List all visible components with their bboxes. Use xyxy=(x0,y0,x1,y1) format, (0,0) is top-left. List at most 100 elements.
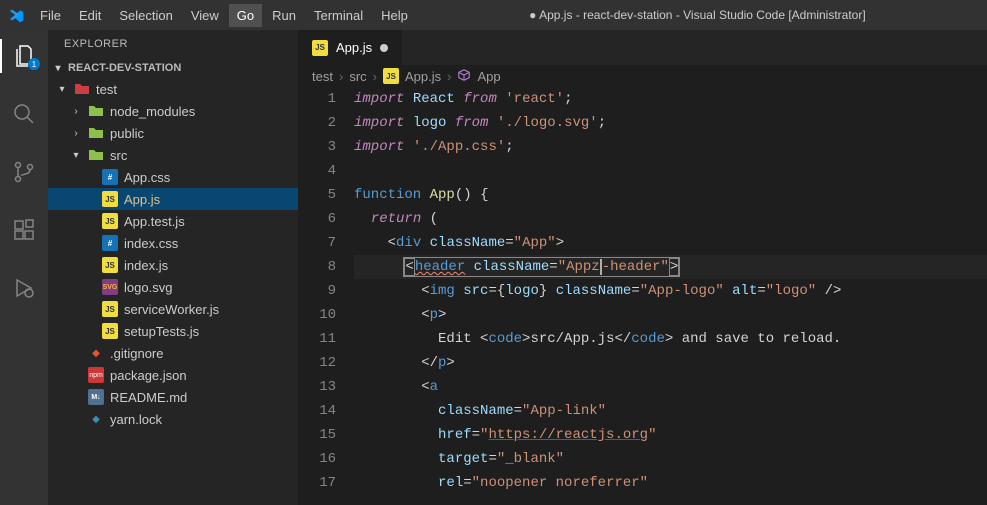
menu-terminal[interactable]: Terminal xyxy=(306,4,371,27)
code-line[interactable]: className="App-link" xyxy=(354,399,987,423)
run-debug-activity[interactable] xyxy=(0,268,48,308)
line-number: 12 xyxy=(298,351,336,375)
code-line[interactable]: import React from 'react'; xyxy=(354,87,987,111)
dirty-indicator-icon xyxy=(380,44,388,52)
breadcrumb-item[interactable]: App xyxy=(477,69,500,84)
svg-file-icon: SVG xyxy=(102,279,118,295)
explorer-sidebar: EXPLORER ▾ REACT-DEV-STATION ▾test › node_… xyxy=(48,30,298,505)
code-line[interactable]: <img src={logo} className="App-logo" alt… xyxy=(354,279,987,303)
code-line[interactable]: function App() { xyxy=(354,183,987,207)
line-number: 7 xyxy=(298,231,336,255)
tree-item[interactable]: JSserviceWorker.js xyxy=(48,298,298,320)
chevron-right-icon: › xyxy=(447,69,451,84)
code-line[interactable]: rel="noopener noreferrer" xyxy=(354,471,987,495)
code-line[interactable]: import './App.css'; xyxy=(354,135,987,159)
menu-view[interactable]: View xyxy=(183,4,227,27)
chevron-down-icon: ▾ xyxy=(52,63,64,74)
tree-item[interactable]: #index.css xyxy=(48,232,298,254)
extensions-activity[interactable] xyxy=(0,210,48,250)
folder-icon xyxy=(74,81,90,97)
file-tree: ▾test › node_modules ›public ▾ src # App.css JSA… xyxy=(48,78,298,505)
tree-item[interactable]: ▾test xyxy=(48,78,298,100)
search-icon xyxy=(12,102,36,126)
chevron-right-icon: › xyxy=(70,106,82,117)
tree-item-label: serviceWorker.js xyxy=(124,302,219,317)
line-number: 3 xyxy=(298,135,336,159)
tree-item[interactable]: ◆.gitignore xyxy=(48,342,298,364)
explorer-badge: 1 xyxy=(28,58,40,70)
code-line[interactable] xyxy=(354,159,987,183)
line-number: 17 xyxy=(298,471,336,495)
source-control-activity[interactable] xyxy=(0,152,48,192)
search-activity[interactable] xyxy=(0,94,48,134)
line-number: 8 xyxy=(298,255,336,279)
explorer-activity[interactable]: 1 xyxy=(0,36,48,76)
breadcrumbs[interactable]: test›src›JSApp.js›App xyxy=(298,65,987,87)
breadcrumb-item[interactable]: App.js xyxy=(405,69,441,84)
menu-help[interactable]: Help xyxy=(373,4,416,27)
line-number: 16 xyxy=(298,447,336,471)
tree-item[interactable]: ›public xyxy=(48,122,298,144)
css-file-icon: # xyxy=(102,169,118,185)
tree-item[interactable]: JSindex.js xyxy=(48,254,298,276)
code-line[interactable]: target="_blank" xyxy=(354,447,987,471)
tree-item[interactable]: ▾ src xyxy=(48,144,298,166)
line-number: 4 xyxy=(298,159,336,183)
tree-item[interactable]: › node_modules xyxy=(48,100,298,122)
code-line[interactable]: return ( xyxy=(354,207,987,231)
menu-go[interactable]: Go xyxy=(229,4,262,27)
line-number: 14 xyxy=(298,399,336,423)
tree-item[interactable]: # App.css xyxy=(48,166,298,188)
tree-item-label: README.md xyxy=(110,390,187,405)
project-name: REACT-DEV-STATION xyxy=(68,62,181,74)
js-file-icon: JS xyxy=(383,68,399,84)
tree-item-label: src xyxy=(110,148,127,163)
menu-edit[interactable]: Edit xyxy=(71,4,109,27)
js-file-icon: JS xyxy=(102,323,118,339)
project-title-row[interactable]: ▾ REACT-DEV-STATION xyxy=(48,58,298,78)
code-line[interactable]: <a xyxy=(354,375,987,399)
line-number: 10 xyxy=(298,303,336,327)
tab-app-js[interactable]: JS App.js xyxy=(298,30,403,65)
code-content[interactable]: import React from 'react';import logo fr… xyxy=(354,87,987,505)
breadcrumb-item[interactable]: test xyxy=(312,69,333,84)
tree-item[interactable]: SVGlogo.svg xyxy=(48,276,298,298)
sidebar-header: EXPLORER xyxy=(48,30,298,58)
breadcrumb-item[interactable]: src xyxy=(349,69,366,84)
chevron-down-icon: ▾ xyxy=(70,150,82,161)
activity-bar: 1 xyxy=(0,30,48,505)
line-number: 1 xyxy=(298,87,336,111)
menu-bar: FileEditSelectionViewGoRunTerminalHelp xyxy=(32,4,416,27)
tree-item-label: App.css xyxy=(124,170,170,185)
tab-strip: JS App.js xyxy=(298,30,987,65)
code-line[interactable]: <p> xyxy=(354,303,987,327)
tree-item-label: node_modules xyxy=(110,104,195,119)
tree-item[interactable]: ◆yarn.lock xyxy=(48,408,298,430)
yarn-file-icon: ◆ xyxy=(88,411,104,427)
code-line[interactable]: </p> xyxy=(354,351,987,375)
tree-item[interactable]: JS setupTests.js xyxy=(48,320,298,342)
tree-item-label: setupTests.js xyxy=(124,324,199,339)
code-line[interactable]: Edit <code>src/App.js</code> and save to… xyxy=(354,327,987,351)
menu-file[interactable]: File xyxy=(32,4,69,27)
extensions-icon xyxy=(12,218,36,242)
js-file-icon: JS xyxy=(102,191,118,207)
titlebar: FileEditSelectionViewGoRunTerminalHelp ●… xyxy=(0,0,987,30)
code-line[interactable]: <header className="Appz-header"> xyxy=(354,255,987,279)
tree-item[interactable]: JSApp.test.js xyxy=(48,210,298,232)
code-editor[interactable]: 1234567891011121314151617 import React f… xyxy=(298,87,987,505)
menu-selection[interactable]: Selection xyxy=(111,4,180,27)
symbol-class-icon xyxy=(457,68,471,85)
code-line[interactable]: import logo from './logo.svg'; xyxy=(354,111,987,135)
tab-label: App.js xyxy=(336,40,372,55)
chevron-down-icon: ▾ xyxy=(56,84,68,95)
code-line[interactable]: <div className="App"> xyxy=(354,231,987,255)
tree-item[interactable]: JSApp.js xyxy=(48,188,298,210)
folder-icon xyxy=(88,125,104,141)
tree-item[interactable]: M↓README.md xyxy=(48,386,298,408)
code-line[interactable]: href="https://reactjs.org" xyxy=(354,423,987,447)
tree-item-label: package.json xyxy=(110,368,187,383)
tree-item[interactable]: npmpackage.json xyxy=(48,364,298,386)
folder-icon xyxy=(88,147,104,163)
menu-run[interactable]: Run xyxy=(264,4,304,27)
